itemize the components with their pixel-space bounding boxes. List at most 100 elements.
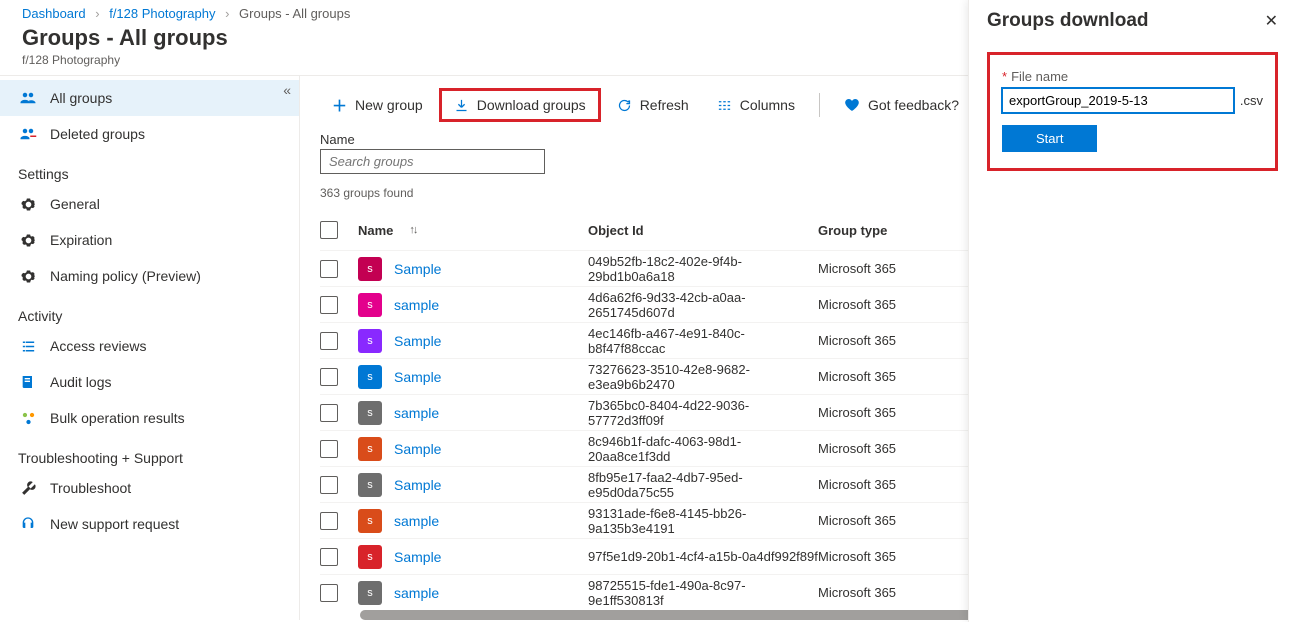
group-avatar: s: [358, 365, 382, 389]
feedback-button[interactable]: Got feedback?: [832, 91, 971, 119]
group-avatar: s: [358, 437, 382, 461]
group-name-link[interactable]: Sample: [394, 369, 441, 385]
group-name-link[interactable]: sample: [394, 297, 439, 313]
sidebar-item-label: Audit logs: [50, 374, 111, 390]
object-id-cell: 7b365bc0-8404-4d22-9036-57772d3ff09f: [588, 398, 818, 428]
group-type-cell: Microsoft 365: [818, 477, 958, 492]
group-name-link[interactable]: Sample: [394, 441, 441, 457]
sidebar-item-label: Naming policy (Preview): [50, 268, 201, 284]
sidebar-item-new-support-request[interactable]: New support request: [0, 506, 299, 542]
gear-icon: [18, 230, 38, 250]
download-icon: [454, 98, 469, 113]
refresh-button[interactable]: Refresh: [605, 91, 701, 119]
gear-icon: [18, 266, 38, 286]
sidebar-item-audit-logs[interactable]: Audit logs: [0, 364, 299, 400]
toolbar-divider: [819, 93, 820, 117]
sidebar-item-general[interactable]: General: [0, 186, 299, 222]
group-avatar: s: [358, 257, 382, 281]
sidebar-item-bulk-operation[interactable]: Bulk operation results: [0, 400, 299, 436]
object-id-cell: 73276623-3510-42e8-9682-e3ea9b6b2470: [588, 362, 818, 392]
group-name-link[interactable]: sample: [394, 513, 439, 529]
start-button[interactable]: Start: [1002, 125, 1097, 152]
group-name-link[interactable]: Sample: [394, 549, 441, 565]
sidebar-item-label: General: [50, 196, 100, 212]
group-avatar: s: [358, 581, 382, 605]
group-type-cell: Microsoft 365: [818, 513, 958, 528]
sidebar-item-troubleshoot[interactable]: Troubleshoot: [0, 470, 299, 506]
new-group-button[interactable]: ＋ New group: [320, 89, 435, 122]
heart-icon: [844, 97, 860, 113]
group-type-cell: Microsoft 365: [818, 333, 958, 348]
button-label: Refresh: [640, 97, 689, 113]
operations-icon: [18, 408, 38, 428]
columns-icon: [717, 98, 732, 113]
breadcrumb-sep: ›: [95, 6, 99, 21]
file-extension: .csv: [1240, 93, 1263, 108]
groups-download-panel: Groups download ✕ *File name .csv Start: [968, 0, 1296, 622]
sidebar-item-deleted-groups[interactable]: Deleted groups: [0, 116, 299, 152]
row-checkbox[interactable]: [320, 260, 338, 278]
button-label: New group: [355, 97, 423, 113]
row-checkbox[interactable]: [320, 440, 338, 458]
object-id-cell: 93131ade-f6e8-4145-bb26-9a135b3e4191: [588, 506, 818, 536]
col-object-id-header[interactable]: Object Id: [588, 223, 818, 238]
group-name-link[interactable]: sample: [394, 585, 439, 601]
object-id-cell: 97f5e1d9-20b1-4cf4-a15b-0a4df992f89f: [588, 549, 818, 564]
sidebar-item-label: Troubleshoot: [50, 480, 131, 496]
group-name-link[interactable]: Sample: [394, 261, 441, 277]
group-type-cell: Microsoft 365: [818, 261, 958, 276]
file-name-label: *File name: [1002, 69, 1263, 84]
download-groups-button[interactable]: Download groups: [439, 88, 601, 122]
sidebar-item-label: Access reviews: [50, 338, 146, 354]
sidebar-section-activity: Activity: [0, 294, 299, 328]
row-checkbox[interactable]: [320, 404, 338, 422]
required-asterisk: *: [1002, 69, 1007, 84]
sidebar-item-label: Expiration: [50, 232, 112, 248]
row-checkbox[interactable]: [320, 476, 338, 494]
group-name-link[interactable]: Sample: [394, 477, 441, 493]
col-name-header[interactable]: Name: [358, 223, 393, 238]
sidebar-item-naming-policy[interactable]: Naming policy (Preview): [0, 258, 299, 294]
book-icon: [18, 372, 38, 392]
breadcrumb-link-0[interactable]: Dashboard: [22, 6, 86, 21]
group-name-link[interactable]: sample: [394, 405, 439, 421]
people-deleted-icon: [18, 124, 38, 144]
group-avatar: s: [358, 329, 382, 353]
row-checkbox[interactable]: [320, 296, 338, 314]
sidebar-item-all-groups[interactable]: All groups: [0, 80, 299, 116]
close-icon[interactable]: ✕: [1265, 11, 1278, 31]
object-id-cell: 4ec146fb-a467-4e91-840c-b8f47f88ccac: [588, 326, 818, 356]
row-checkbox[interactable]: [320, 332, 338, 350]
collapse-icon[interactable]: «: [283, 82, 291, 98]
group-type-cell: Microsoft 365: [818, 297, 958, 312]
select-all-checkbox[interactable]: [320, 221, 338, 239]
object-id-cell: 049b52fb-18c2-402e-9f4b-29bd1b0a6a18: [588, 254, 818, 284]
sidebar-item-access-reviews[interactable]: Access reviews: [0, 328, 299, 364]
sidebar-item-label: New support request: [50, 516, 179, 532]
columns-button[interactable]: Columns: [705, 91, 807, 119]
object-id-cell: 98725515-fde1-490a-8c97-9e1ff530813f: [588, 578, 818, 607]
list-icon: [18, 336, 38, 356]
support-icon: [18, 514, 38, 534]
object-id-cell: 4d6a62f6-9d33-42cb-a0aa-2651745d607d: [588, 290, 818, 320]
group-avatar: s: [358, 545, 382, 569]
breadcrumb-link-1[interactable]: f/128 Photography: [109, 6, 215, 21]
sidebar-item-label: Deleted groups: [50, 126, 145, 142]
panel-title: Groups download: [987, 10, 1149, 32]
sidebar-item-expiration[interactable]: Expiration: [0, 222, 299, 258]
row-checkbox[interactable]: [320, 512, 338, 530]
file-name-input[interactable]: [1002, 88, 1234, 113]
col-group-type-header[interactable]: Group type: [818, 223, 958, 238]
group-avatar: s: [358, 473, 382, 497]
button-label: Got feedback?: [868, 97, 959, 113]
search-input[interactable]: [320, 149, 545, 174]
group-type-cell: Microsoft 365: [818, 369, 958, 384]
row-checkbox[interactable]: [320, 548, 338, 566]
row-checkbox[interactable]: [320, 584, 338, 602]
button-label: Download groups: [477, 97, 586, 113]
sort-icon: ↑↓: [409, 224, 416, 236]
group-name-link[interactable]: Sample: [394, 333, 441, 349]
row-checkbox[interactable]: [320, 368, 338, 386]
object-id-cell: 8fb95e17-faa2-4db7-95ed-e95d0da75c55: [588, 470, 818, 500]
sidebar: « All groups Deleted groups Settings Gen…: [0, 76, 300, 620]
